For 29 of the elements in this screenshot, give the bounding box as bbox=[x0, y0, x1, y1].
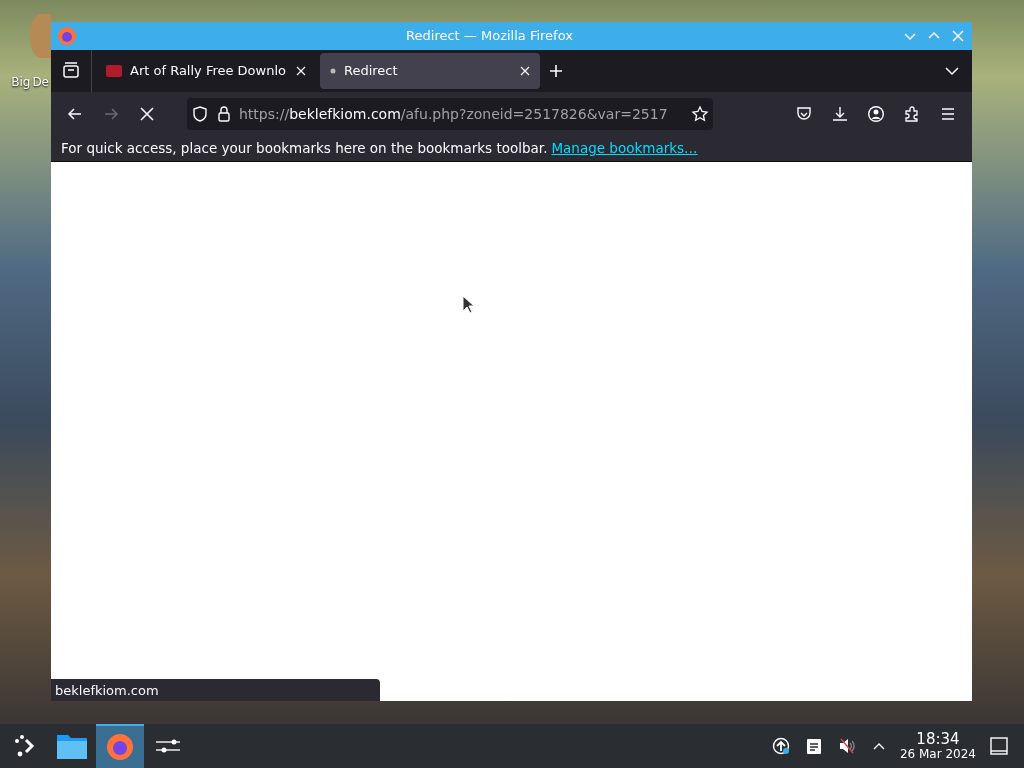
star-icon[interactable] bbox=[691, 105, 709, 123]
manage-bookmarks-link[interactable]: Manage bookmarks… bbox=[551, 138, 698, 159]
lock-icon[interactable] bbox=[215, 105, 233, 123]
browser-tab[interactable]: Redirect bbox=[320, 53, 540, 89]
url-text: https://beklefkiom.com/afu.php?zoneid=2517826&var=2517 bbox=[239, 104, 669, 124]
mouse-cursor-icon bbox=[462, 295, 474, 315]
clipboard-icon[interactable] bbox=[805, 737, 822, 755]
loading-dot-icon bbox=[330, 68, 336, 74]
tab-title: Redirect bbox=[344, 62, 399, 81]
status-url: beklefkiom.com bbox=[51, 679, 380, 701]
clock-date[interactable]: 26 Mar 2024 bbox=[899, 747, 976, 761]
new-tab-icon[interactable] bbox=[548, 63, 564, 79]
tab-title: Art of Rally Free Downlo bbox=[130, 62, 287, 81]
muted-speaker-icon[interactable] bbox=[837, 737, 856, 755]
arrow-right-icon bbox=[103, 106, 119, 122]
favicon-icon bbox=[106, 65, 122, 77]
window-title: Redirect — Mozilla Firefox bbox=[405, 27, 574, 46]
clock-time[interactable]: 18:34 bbox=[899, 731, 976, 748]
address-bar[interactable]: https://beklefkiom.com/afu.php?zoneid=2517826&var=2517 bbox=[187, 98, 713, 130]
browser-tab[interactable]: Art of Rally Free Downlo bbox=[96, 53, 316, 89]
cross-icon bbox=[140, 107, 154, 121]
browser-logo-icon bbox=[57, 26, 77, 46]
arrow-left-icon bbox=[67, 106, 83, 122]
update-icon[interactable] bbox=[771, 737, 790, 755]
close-tab-icon[interactable] bbox=[520, 66, 530, 76]
bookmarks-hint: For quick access, place your bookmarks here on the bookmarks toolbar. bbox=[61, 139, 548, 159]
close-tab-icon[interactable] bbox=[296, 66, 306, 76]
show-desktop-icon[interactable] bbox=[990, 737, 1008, 755]
shield-icon[interactable] bbox=[191, 105, 209, 123]
